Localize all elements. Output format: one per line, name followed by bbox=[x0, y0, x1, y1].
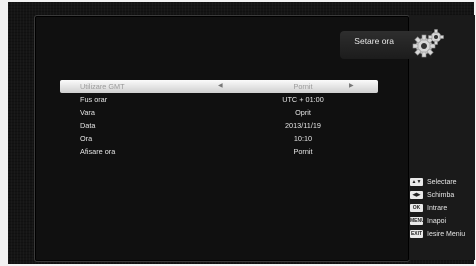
page-title: Setare ora bbox=[354, 36, 394, 46]
right-arrow-icon[interactable]: ▶ bbox=[349, 80, 354, 93]
menu-item-summer-time[interactable]: Vara Oprit bbox=[60, 106, 378, 119]
menu-item-label: Ora bbox=[80, 134, 93, 143]
menu-key-icon: MENU bbox=[410, 217, 425, 226]
menu-item-label: Vara bbox=[80, 108, 95, 117]
menu-item-value: UTC + 01:00 bbox=[282, 95, 324, 104]
legend-label: Intrare bbox=[427, 205, 448, 212]
legend-label: Inapoi bbox=[427, 218, 447, 225]
menu-item-value: 10:10 bbox=[293, 134, 313, 143]
menu-item-time-zone[interactable]: Fus orar UTC + 01:00 bbox=[60, 93, 378, 106]
menu-item-label: Fus orar bbox=[80, 95, 108, 104]
menu-item-time[interactable]: Ora 10:10 bbox=[60, 132, 378, 145]
legend-item-enter: OK Intrare bbox=[410, 202, 465, 215]
menu-item-gmt-usage[interactable]: Utilizare GMT ◀ Pornit ▶ bbox=[60, 80, 378, 93]
left-arrow-icon[interactable]: ◀ bbox=[218, 80, 223, 93]
menu-item-label: Afisare ora bbox=[80, 147, 116, 156]
menu-item-label: Utilizare GMT bbox=[80, 82, 125, 91]
menu-item-date[interactable]: Data 2013/11/19 bbox=[60, 119, 378, 132]
ok-key-icon: OK bbox=[410, 204, 423, 213]
menu-item-value: Pornit bbox=[293, 147, 313, 156]
legend-item-exit: EXIT Iesire Meniu bbox=[410, 228, 465, 241]
gears-icon bbox=[412, 28, 446, 58]
left-right-key-icon: ◀▶ bbox=[410, 191, 423, 200]
legend-label: Iesire Meniu bbox=[427, 231, 466, 238]
exit-key-icon: EXIT bbox=[410, 230, 423, 239]
legend-item-back: MENU Inapoi bbox=[410, 215, 465, 228]
menu-item-label: Data bbox=[80, 121, 96, 130]
menu-item-value: 2013/11/19 bbox=[285, 121, 321, 130]
legend-item-select: ▲▼ Selectare bbox=[410, 176, 465, 189]
menu-item-value: Oprit bbox=[295, 108, 311, 117]
legend-label: Selectare bbox=[427, 179, 457, 186]
legend-label: Schimba bbox=[427, 192, 455, 199]
legend-item-change: ◀▶ Schimba bbox=[410, 189, 465, 202]
key-legend: ▲▼ Selectare ◀▶ Schimba OK Intrare MENU Inap… bbox=[410, 176, 465, 241]
up-down-key-icon: ▲▼ bbox=[410, 178, 423, 187]
time-settings-menu: Utilizare GMT ◀ Pornit ▶ Fus orar UTC + … bbox=[60, 80, 378, 158]
menu-item-display-time[interactable]: Afisare ora Pornit bbox=[60, 145, 378, 158]
